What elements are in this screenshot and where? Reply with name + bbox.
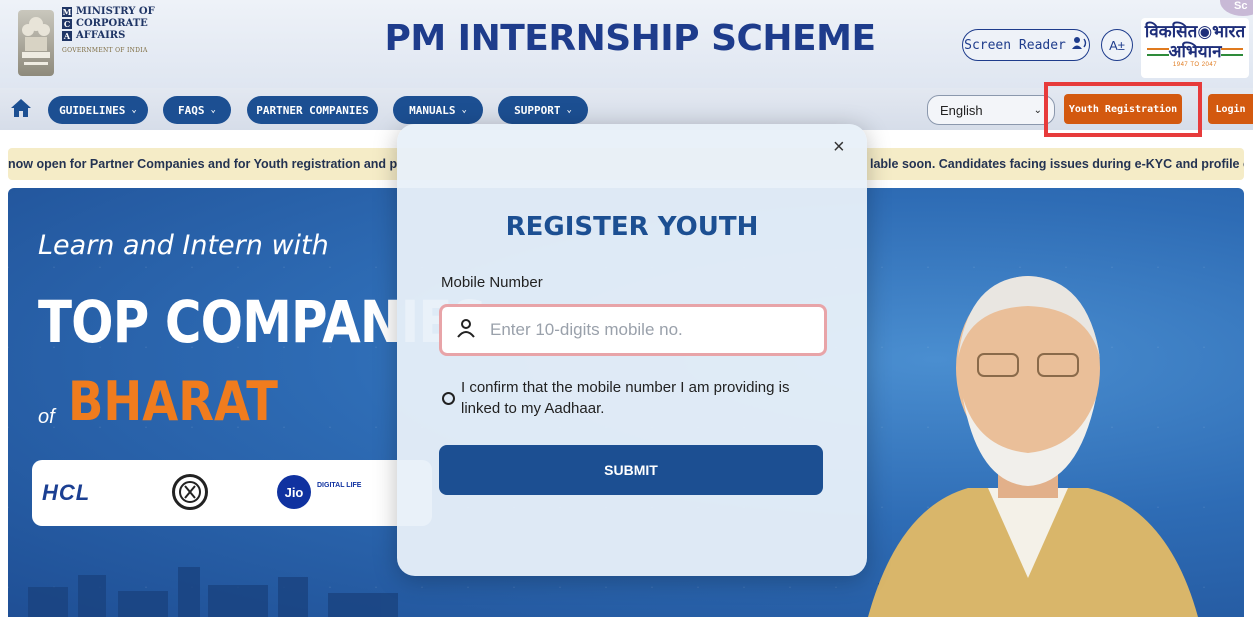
ministry-logo: M MINISTRY OF C CORPORATE A AFFAIRS GOVERNM… [62,6,155,54]
user-icon [456,318,476,343]
modal-title: REGISTER YOUTH [505,212,759,242]
hero-of: of [38,406,55,428]
screen-reader-label: Screen Reader [964,37,1066,53]
nav-label: FAQS [178,103,205,117]
mobile-number-label: Mobile Number [441,274,543,291]
nav-label: MANUALS [409,103,456,117]
home-icon[interactable] [10,97,32,119]
register-youth-modal: × REGISTER YOUTH Mobile Number I confirm… [397,124,867,576]
nav-guidelines[interactable]: GUIDELINES ⌄ [48,96,148,124]
partner-logo-strip: HCL Jio DIGITAL LIFE [32,460,432,526]
close-icon[interactable]: × [833,136,845,159]
nav-label: PARTNER COMPANIES [256,103,369,117]
hcl-logo: HCL [42,480,91,505]
nav-faqs[interactable]: FAQS ⌄ [163,96,231,124]
aadhaar-confirm-text: I confirm that the mobile number I am pr… [461,379,790,417]
login-button[interactable]: Login [1208,94,1253,124]
site-header: M MINISTRY OF C CORPORATE A AFFAIRS GOVERNM… [0,0,1253,88]
screen-reader-button[interactable]: Screen Reader [962,29,1090,61]
jio-sub-label: DIGITAL LIFE [317,482,362,489]
company-emblem-logo [172,474,208,510]
ticker-text-left: now open for Partner Companies and for Y… [8,157,398,171]
chevron-down-icon: ⌄ [210,105,216,115]
viksit-bharat-logo: विकसित◉भारत अभियान 1947 TO 2047 [1141,18,1249,78]
speaker-icon [1071,36,1088,54]
chevron-down-icon: ⌄ [131,105,137,115]
nav-manuals[interactable]: MANUALS ⌄ [393,96,483,124]
aadhaar-confirm-radio[interactable] [442,392,455,405]
hero-bharat: BHARAT [68,370,278,433]
mobile-number-input[interactable] [490,320,810,340]
chevron-down-icon: ⌄ [1033,104,1042,116]
chevron-down-icon: ⌄ [566,105,572,115]
site-title: PM INTERNSHIP SCHEME [384,18,876,59]
nav-partner-companies[interactable]: PARTNER COMPANIES [247,96,378,124]
language-select[interactable]: English ⌄ [927,95,1055,125]
language-value: English [940,102,983,118]
submit-button[interactable]: SUBMIT [439,445,823,495]
nav-label: SUPPORT [514,103,561,117]
nav-label: GUIDELINES [59,103,126,117]
highlight-annotation-box [1044,82,1202,137]
font-size-button[interactable]: A± [1101,29,1133,61]
national-emblem-logo [18,10,54,76]
jio-logo: Jio [277,475,311,509]
hero-tagline: Learn and Intern with [38,230,329,261]
chevron-down-icon: ⌄ [461,105,467,115]
person-portrait [868,276,1198,617]
ticker-text-right: lable soon. Candidates facing issues dur… [870,157,1244,171]
nav-support[interactable]: SUPPORT ⌄ [498,96,588,124]
mobile-number-field[interactable] [439,304,827,356]
